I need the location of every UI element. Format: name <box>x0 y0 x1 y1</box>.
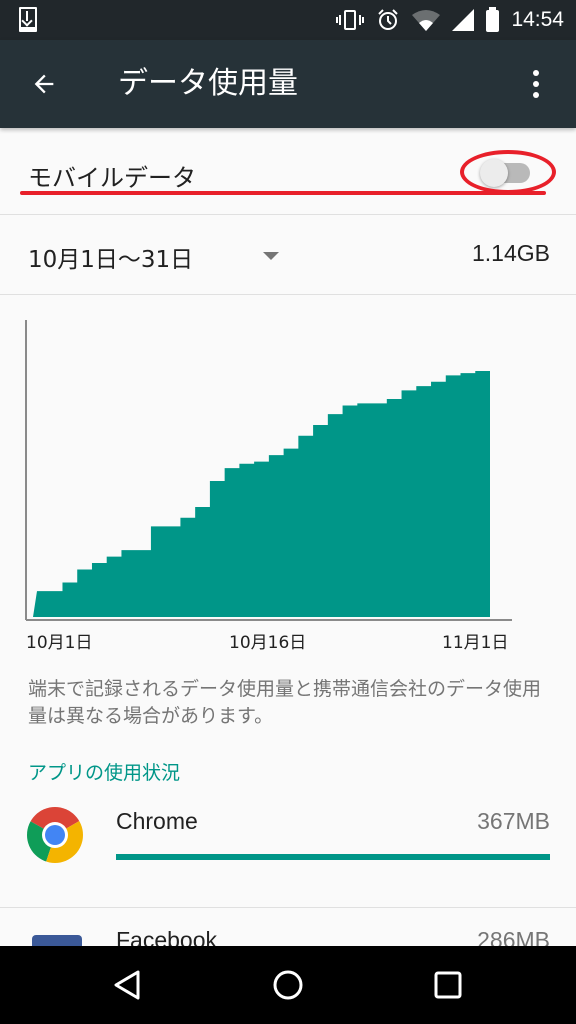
nav-recents-button[interactable] <box>423 962 473 1008</box>
app-item-chrome[interactable]: Chrome 367MB <box>0 790 576 908</box>
navigation-bar <box>0 946 576 1024</box>
billing-cycle-row: 10月1日〜31日 1.14GB <box>0 216 576 295</box>
nav-home-button[interactable] <box>263 962 313 1008</box>
usage-chart-svg <box>25 320 512 621</box>
app-name: Chrome <box>116 808 198 834</box>
battery-icon <box>486 7 500 32</box>
usage-chart: 10月1日 10月16日 11月1日 <box>0 296 576 656</box>
cycle-total-usage: 1.14GB <box>472 240 550 266</box>
usage-area <box>33 371 490 617</box>
app-usage-bar-fill <box>116 854 550 860</box>
app-bar: データ使用量 <box>0 40 576 128</box>
x-tick-label: 10月1日 <box>26 633 93 653</box>
annotation-circle <box>460 150 556 194</box>
arrow-back-icon <box>34 74 54 94</box>
vibrate-icon <box>336 9 365 31</box>
cycle-dropdown[interactable]: 10月1日〜31日 <box>28 240 193 274</box>
page-title: データ使用量 <box>118 66 298 101</box>
app-usage-bar <box>116 854 550 860</box>
status-bar: 14:54 <box>0 0 576 40</box>
app-usage-size: 367MB <box>477 808 550 834</box>
alarm-icon <box>378 9 399 30</box>
clock: 14:54 <box>511 8 564 31</box>
section-header-app-usage: アプリの使用状況 <box>28 762 181 784</box>
nav-home-icon <box>273 970 303 1000</box>
chrome-icon <box>27 807 83 863</box>
nav-recents-icon <box>434 971 462 999</box>
annotation-underline <box>20 191 546 195</box>
nav-back-button[interactable] <box>102 962 152 1008</box>
x-tick-label: 10月16日 <box>229 633 307 653</box>
mobile-data-label: モバイルデータ <box>28 164 196 192</box>
more-vert-icon <box>533 70 539 76</box>
signal-icon <box>452 9 475 31</box>
disclaimer-text: 端末で記録されるデータ使用量と携帯通信会社のデータ使用量は異なる場合があります。 <box>28 678 542 727</box>
download-notification-icon <box>19 7 37 32</box>
nav-back-icon <box>114 970 140 1000</box>
x-tick-label: 11月1日 <box>442 633 509 653</box>
wifi-icon <box>412 10 441 31</box>
more-options-button[interactable] <box>516 64 556 104</box>
arrow-drop-down-icon[interactable] <box>263 252 279 260</box>
back-button[interactable] <box>22 62 66 106</box>
